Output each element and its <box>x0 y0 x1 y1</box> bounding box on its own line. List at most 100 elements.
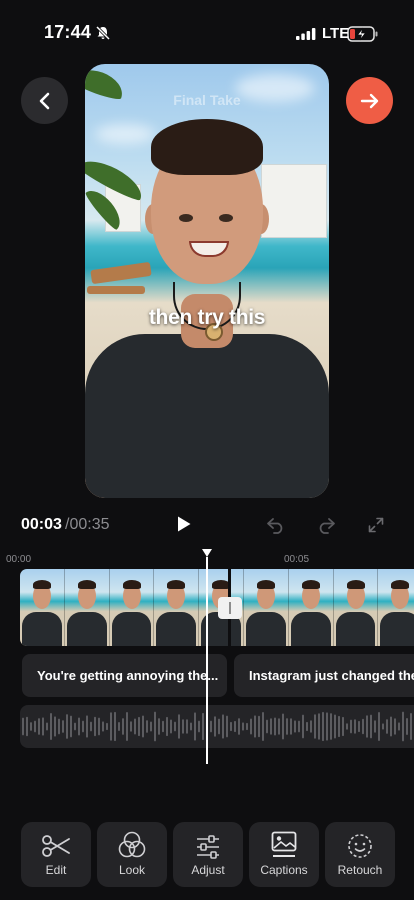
status-time: 17:44 <box>44 22 92 42</box>
waveform-bar <box>186 719 188 734</box>
waveform-bar <box>326 712 328 741</box>
waveform-bar <box>74 722 76 731</box>
waveform-bar <box>266 719 268 734</box>
chevron-left-icon <box>39 92 49 109</box>
ruler-label-start: 00:00 <box>6 554 32 565</box>
waveform-bar <box>122 718 124 735</box>
clip-thumbnail <box>109 569 155 646</box>
look-tool-button[interactable]: Look <box>97 822 167 887</box>
waveform-bar <box>114 711 116 742</box>
waveform-bar <box>198 720 200 733</box>
waveform-bar <box>118 722 120 731</box>
retouch-tool-label: Retouch <box>337 863 383 877</box>
clip-thumbnail <box>378 569 414 646</box>
caption-clip[interactable]: You're getting annoying the... <box>22 654 227 697</box>
look-tool-label: Look <box>118 863 146 877</box>
scissors-icon <box>42 835 70 857</box>
waveform-bar <box>322 711 324 742</box>
waveform-bar <box>202 712 204 741</box>
waveform-bar <box>166 716 168 737</box>
adjust-tool-button[interactable]: Adjust <box>173 822 243 887</box>
ruler-label-5s: 00:05 <box>284 554 310 565</box>
waveform-bar <box>226 715 228 738</box>
waveform-bar <box>58 718 60 735</box>
waveform-bar <box>330 713 332 740</box>
playhead[interactable] <box>206 557 208 764</box>
edit-tool-button[interactable]: Edit <box>21 822 91 887</box>
waveform-bar <box>338 715 340 738</box>
waveform-bar <box>390 716 392 737</box>
waveform-bar <box>174 721 176 732</box>
waveform-bar <box>110 712 112 741</box>
waveform-bar <box>410 713 412 740</box>
caption-clip[interactable]: Instagram just changed the <box>234 654 414 697</box>
waveform-bar <box>234 720 236 733</box>
waveform-bar <box>106 722 108 731</box>
waveform-bar <box>262 712 264 741</box>
waveform-bar <box>90 721 92 732</box>
waveform-bar <box>130 721 132 732</box>
audio-track[interactable] <box>20 705 414 748</box>
waveform-bar <box>210 720 212 733</box>
waveform-bar <box>34 720 36 733</box>
clip-trim-handle[interactable] <box>218 597 242 619</box>
waveform-bar <box>146 720 148 733</box>
waveform-bar <box>346 723 348 730</box>
back-button[interactable] <box>21 77 68 124</box>
waveform-bar <box>42 717 44 736</box>
waveform-bar <box>358 720 360 733</box>
waveform-bar <box>274 717 276 736</box>
waveform-bar <box>78 717 80 736</box>
caption-overlay[interactable]: then try this <box>85 306 329 330</box>
captions-tool-button[interactable]: Captions <box>249 822 319 887</box>
waveform-bar <box>314 714 316 739</box>
waveform-bar <box>54 716 56 737</box>
waveform-bar <box>334 714 336 739</box>
captions-image-icon <box>271 831 297 857</box>
video-preview[interactable]: Final Take then try this <box>85 64 329 498</box>
total-time: /00:35 <box>65 516 110 533</box>
waveform-bar <box>26 716 28 737</box>
undo-icon[interactable] <box>266 516 286 534</box>
video-clip-track[interactable] <box>20 569 414 646</box>
retouch-tool-button[interactable]: Retouch <box>325 822 395 887</box>
waveform-bar <box>370 714 372 739</box>
waveform-bar <box>254 715 256 738</box>
captions-tool-label: Captions <box>260 863 308 877</box>
arrow-right-icon <box>360 93 378 108</box>
person-eye <box>179 214 193 222</box>
sliders-icon <box>197 835 219 859</box>
playhead-marker[interactable] <box>202 549 212 557</box>
waveform-bar <box>294 720 296 733</box>
waveform-bar <box>362 718 364 735</box>
next-button[interactable] <box>346 77 393 124</box>
redo-icon[interactable] <box>316 516 336 534</box>
waveform-bar <box>182 719 184 734</box>
clip-thumbnail <box>20 569 65 646</box>
clip-thumbnail <box>243 569 289 646</box>
waveform-bar <box>318 713 320 740</box>
waveform-bar <box>30 722 32 731</box>
play-icon[interactable] <box>176 515 192 533</box>
waveform-bar <box>194 712 196 741</box>
waveform-bar <box>190 722 192 731</box>
waveform-bar <box>70 715 72 738</box>
person-eye <box>219 214 233 222</box>
waveform-bar <box>310 720 312 733</box>
waveform-bar <box>366 715 368 738</box>
expand-icon[interactable] <box>368 517 384 533</box>
sun-lounger <box>87 286 145 294</box>
waveform-bar <box>402 711 404 742</box>
waveform-bar <box>258 715 260 738</box>
smiley-icon <box>348 834 372 858</box>
sun-lounger <box>90 261 152 285</box>
waveform-bar <box>86 715 88 738</box>
waveform-bar <box>178 714 180 739</box>
signal-icon <box>296 28 316 40</box>
audio-waveform <box>22 711 412 742</box>
waveform-bar <box>246 722 248 731</box>
waveform-bar <box>306 721 308 732</box>
adjust-tool-label: Adjust <box>191 863 225 877</box>
waveform-bar <box>150 721 152 732</box>
waveform-bar <box>286 718 288 735</box>
